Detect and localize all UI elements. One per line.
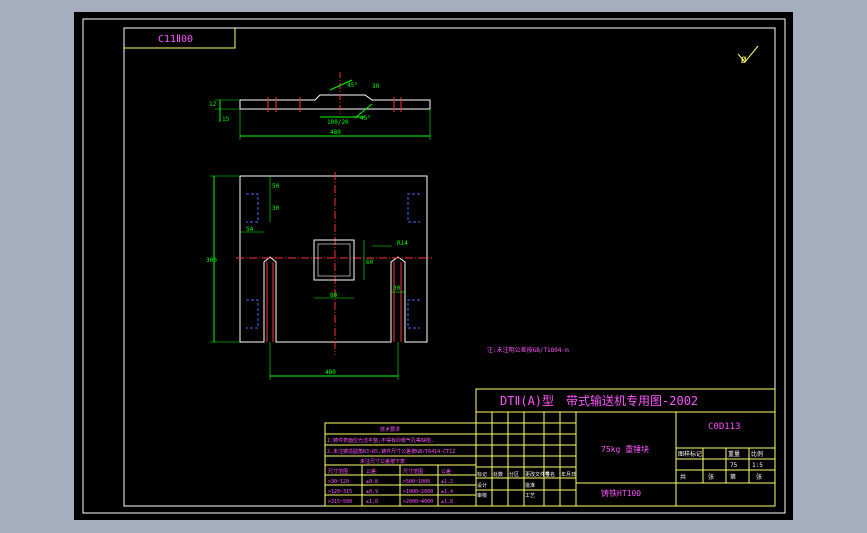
svg-text:±0.9: ±0.9 — [366, 489, 378, 495]
svg-text:年月日: 年月日 — [561, 471, 576, 478]
svg-text:>315~500: >315~500 — [328, 499, 352, 505]
svg-text:处数: 处数 — [493, 471, 503, 478]
svg-text:>120~315: >120~315 — [328, 489, 352, 495]
svg-text:50: 50 — [272, 183, 280, 190]
svg-text:100/20: 100/20 — [327, 119, 349, 126]
svg-text:2.未注铸造圆角R3~R5,铸件尺寸公差按GB/T6414-: 2.未注铸造圆角R3~R5,铸件尺寸公差按GB/T6414-CT12 — [327, 448, 455, 455]
svg-text:75: 75 — [730, 462, 738, 469]
svg-text:45°: 45° — [360, 115, 371, 122]
svg-text:60: 60 — [366, 259, 374, 266]
svg-text:公差: 公差 — [366, 468, 376, 475]
svg-text:重量: 重量 — [728, 450, 740, 458]
svg-text:张: 张 — [756, 473, 762, 481]
svg-text:1:5: 1:5 — [752, 462, 763, 469]
svg-text:±1.2: ±1.2 — [441, 479, 453, 485]
svg-text:审核: 审核 — [477, 492, 487, 499]
svg-text:设计: 设计 — [477, 482, 487, 489]
svg-text:张: 张 — [708, 473, 714, 481]
svg-text:尺寸范围: 尺寸范围 — [328, 468, 348, 475]
material: 铸铁HT100 — [601, 488, 641, 498]
svg-text:共: 共 — [680, 473, 686, 481]
svg-text:30: 30 — [393, 285, 401, 292]
svg-text:尺寸范围: 尺寸范围 — [403, 468, 423, 475]
part-number: C0D113 — [708, 422, 741, 432]
svg-text:±0.8: ±0.8 — [366, 479, 378, 485]
svg-text:45°: 45° — [347, 82, 358, 89]
drawing-note: 注:未注明公差按GB/T1804-m — [487, 346, 569, 354]
svg-text:Ø: Ø — [741, 55, 747, 66]
svg-text:图样标记: 图样标记 — [678, 450, 702, 458]
svg-text:12: 12 — [209, 101, 217, 108]
main-title: DTⅡ(A)型 带式输送机专用图-2002 — [500, 393, 698, 408]
svg-text:R14: R14 — [397, 240, 408, 247]
svg-text:>2000~4000: >2000~4000 — [403, 499, 433, 505]
svg-text:15: 15 — [222, 116, 230, 123]
svg-text:±1.4: ±1.4 — [441, 489, 453, 495]
svg-text:工艺: 工艺 — [525, 493, 535, 499]
svg-text:±1.8: ±1.8 — [441, 499, 453, 505]
svg-text:比例: 比例 — [751, 450, 763, 458]
svg-text:第: 第 — [730, 473, 736, 481]
svg-text:>30~120: >30~120 — [328, 479, 349, 485]
svg-text:批准: 批准 — [525, 482, 535, 489]
tech-title: 技术要求 — [380, 426, 400, 433]
drawing-number: C11Ⅱ00 — [158, 34, 193, 45]
part-name: 75kg 重锤块 — [601, 444, 649, 454]
svg-text:公差: 公差 — [441, 468, 451, 475]
svg-text:480: 480 — [325, 369, 336, 376]
svg-text:300: 300 — [206, 257, 217, 264]
cad-viewport: C11Ⅱ00 Ø 45° 45° 30 12 15 100/20 480 300… — [74, 12, 793, 520]
svg-text:分区: 分区 — [509, 471, 519, 478]
svg-text:80: 80 — [330, 292, 338, 299]
svg-text:标记: 标记 — [477, 471, 487, 478]
svg-text:>500~1000: >500~1000 — [403, 479, 430, 485]
svg-text:480: 480 — [330, 129, 341, 136]
svg-text:30: 30 — [272, 205, 280, 212]
svg-text:30: 30 — [372, 83, 380, 90]
svg-text:1.铸件表面应光洁平整,不得有砂眼气孔等缺陷.: 1.铸件表面应光洁平整,不得有砂眼气孔等缺陷. — [327, 437, 434, 444]
svg-text:签名: 签名 — [545, 471, 555, 478]
svg-text:>1000~2000: >1000~2000 — [403, 489, 433, 495]
svg-text:54: 54 — [246, 226, 254, 233]
svg-text:未注尺寸公差按下表: 未注尺寸公差按下表 — [360, 458, 405, 465]
svg-text:±1.0: ±1.0 — [366, 499, 378, 505]
